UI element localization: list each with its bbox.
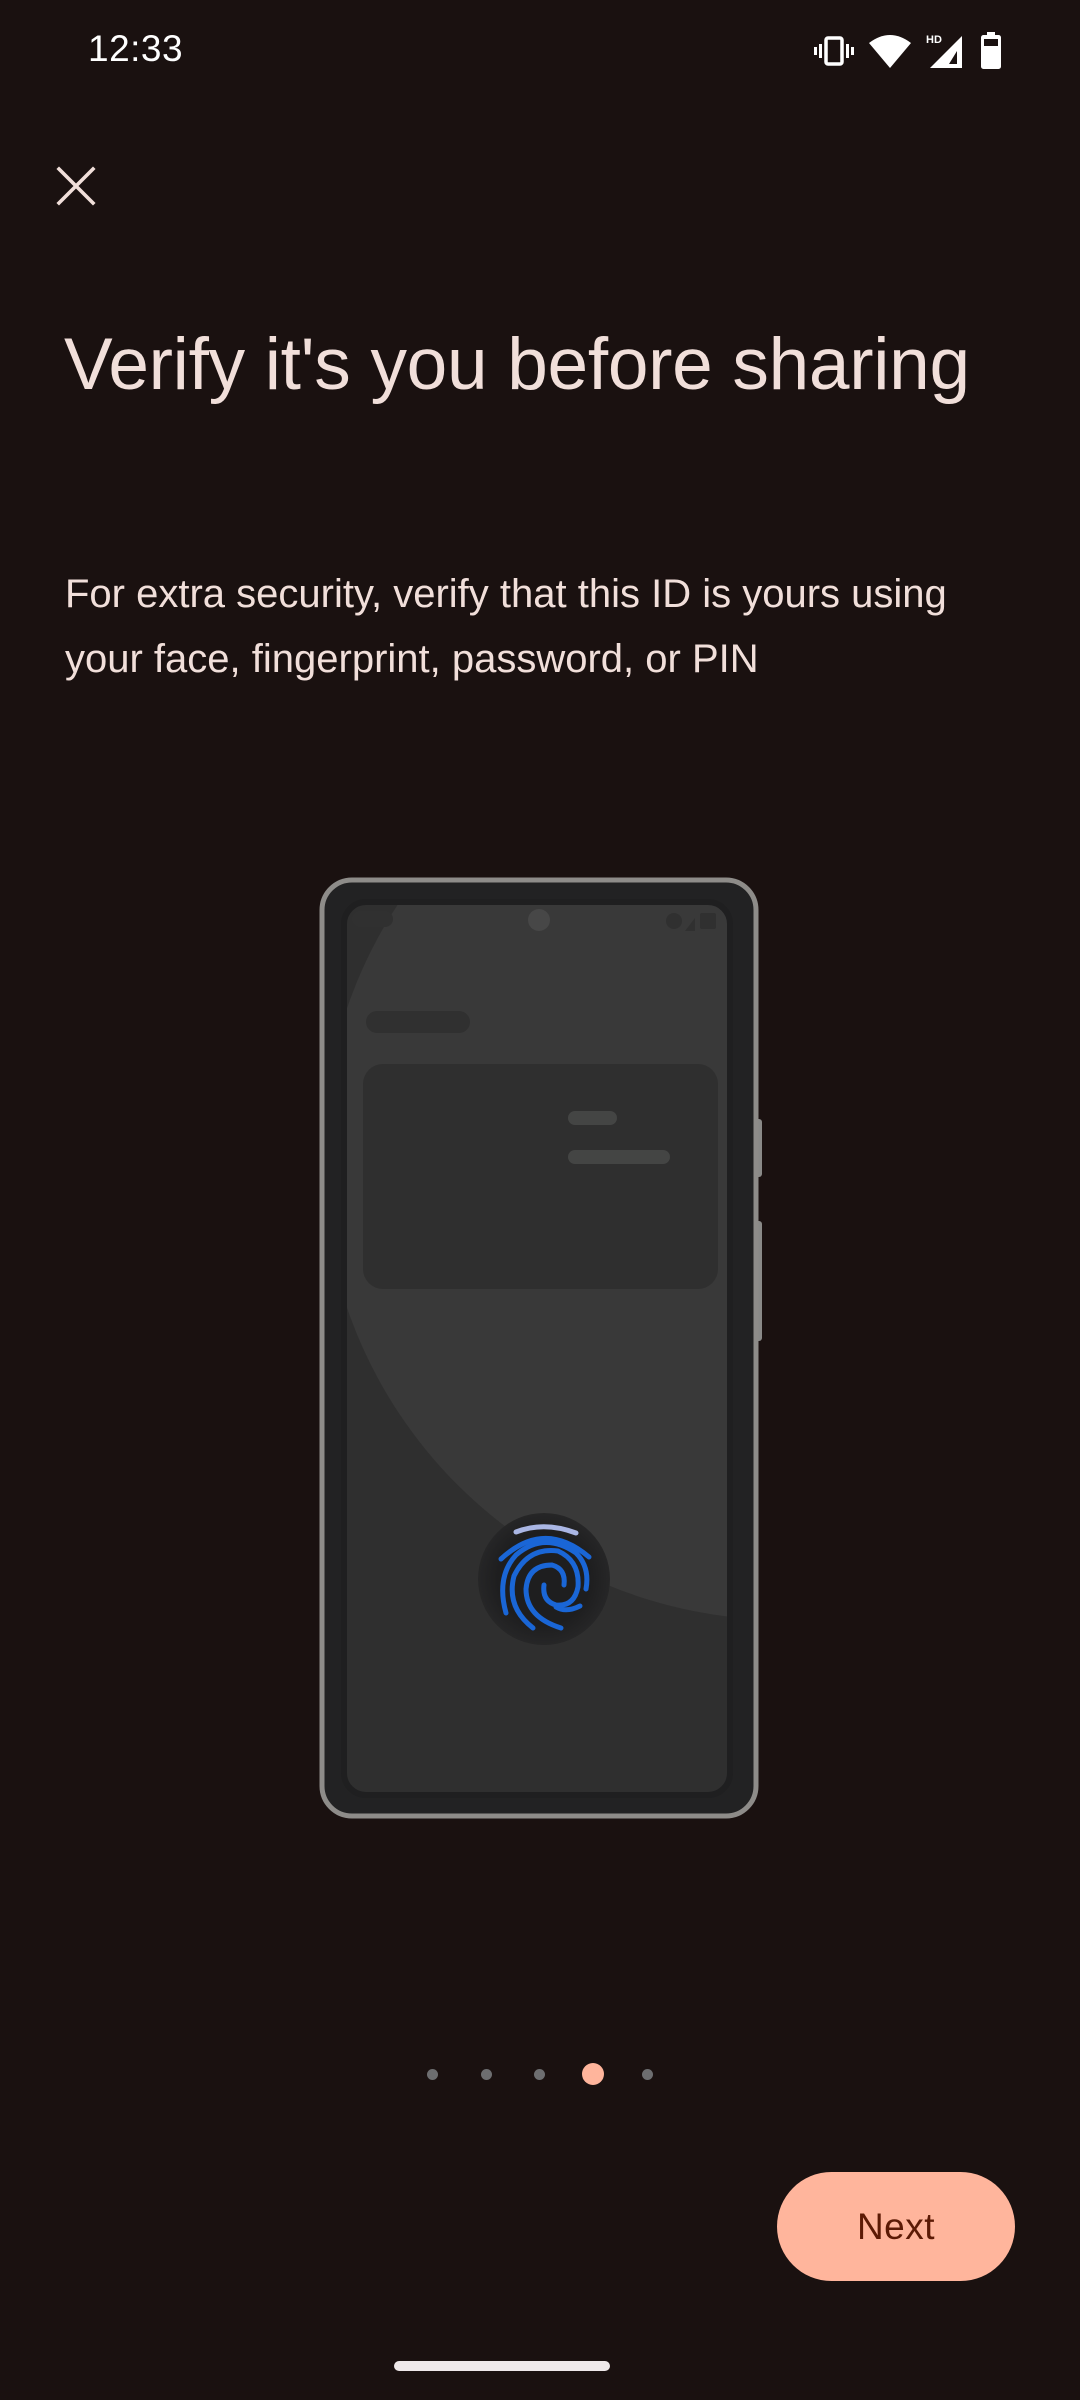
status-time: 12:33 (88, 28, 184, 69)
battery-icon (980, 32, 1002, 70)
close-button[interactable] (48, 158, 104, 214)
status-bar: 12:33 HD (0, 0, 1080, 100)
next-button[interactable]: Next (777, 2172, 1015, 2281)
page-dot-4-active[interactable] (582, 2063, 604, 2085)
page-title: Verify it's you before sharing (64, 324, 970, 405)
page-indicator (0, 2060, 1080, 2090)
network-badge: HD (926, 34, 942, 46)
page-dot-1[interactable] (427, 2069, 438, 2080)
phone-illustration (318, 876, 764, 1821)
close-icon (56, 166, 96, 206)
vibrate-icon (814, 34, 854, 68)
fingerprint-icon (478, 1513, 610, 1645)
id-card-placeholder (363, 1064, 718, 1289)
page-dot-2[interactable] (481, 2069, 492, 2080)
status-icons: HD (814, 30, 1002, 72)
wifi-icon (868, 33, 912, 69)
home-gesture-bar[interactable] (394, 2361, 610, 2371)
page-description: For extra security, verify that this ID … (65, 572, 947, 681)
page-dot-5[interactable] (642, 2069, 653, 2080)
cellular-signal-icon: HD (926, 33, 966, 69)
page-dot-3[interactable] (534, 2069, 545, 2080)
